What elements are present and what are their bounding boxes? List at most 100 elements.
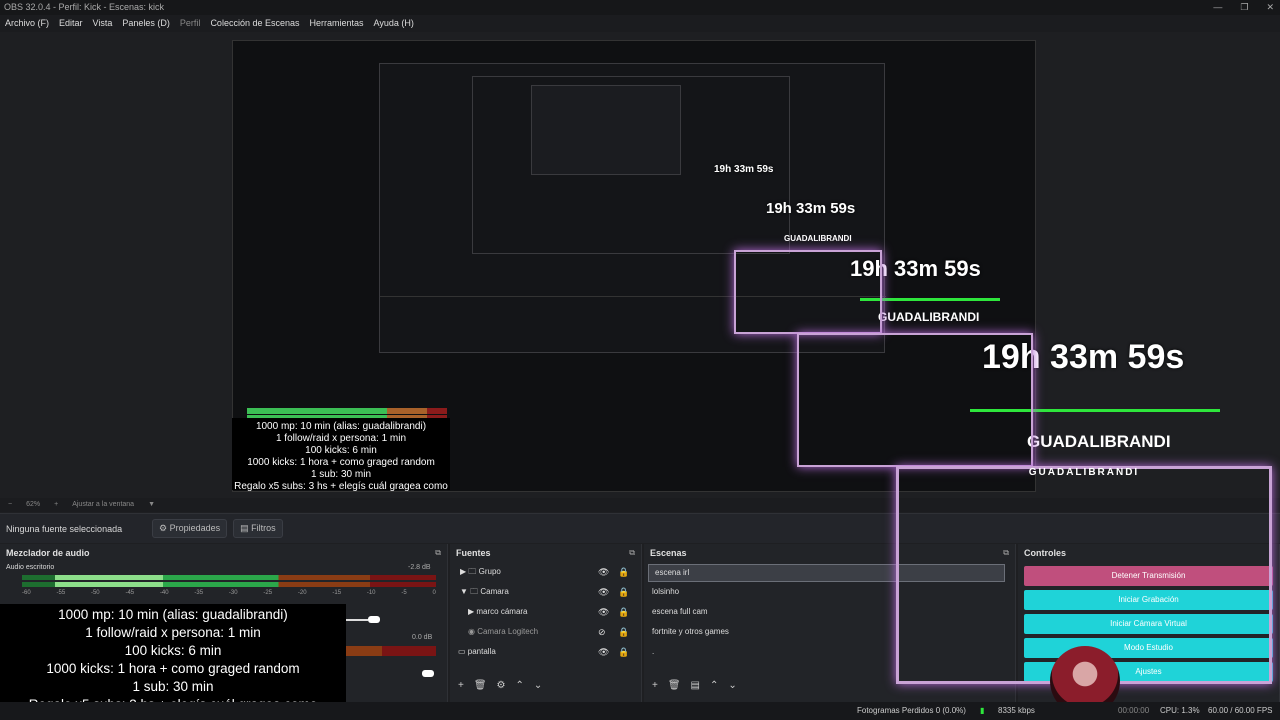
zoom-fit[interactable]: Ajustar a la ventana xyxy=(72,498,134,512)
maximize-icon[interactable]: ❐ xyxy=(1240,0,1248,15)
popout-icon[interactable]: ⧉ xyxy=(435,544,441,562)
scale-tick: -10 xyxy=(366,590,376,596)
scene-label: fortnite y otros games xyxy=(652,627,729,636)
scene-label: . xyxy=(652,647,655,656)
overlay-line: Regalo x5 subs: 3 hs + elegís cuál grage… xyxy=(234,481,448,492)
scale-tick: -25 xyxy=(263,590,273,596)
arrow-down-icon[interactable]: ⌄ xyxy=(728,680,736,691)
channel-db: 0.0 dB xyxy=(412,634,433,641)
close-icon[interactable]: ✕ xyxy=(1266,0,1274,15)
arrow-down-icon[interactable]: ⌄ xyxy=(534,680,542,691)
preview-area[interactable]: 19h 33m 59s 19h 33m 59s 19h 33m 59s 19h … xyxy=(0,32,1280,498)
filters-button[interactable]: ▤ Filtros xyxy=(233,519,283,538)
source-label: pantalla xyxy=(467,647,496,656)
source-label: Camara xyxy=(480,587,509,596)
scene-label: escena full cam xyxy=(652,607,708,616)
source-label: Grupo xyxy=(478,567,501,576)
scale-tick: -15 xyxy=(332,590,342,596)
scale-tick: -50 xyxy=(90,590,100,596)
lock-icon[interactable]: 🔒 xyxy=(618,562,629,582)
overlay-line: 1000 kicks: 1 hora + como graged random xyxy=(247,457,435,468)
scale-tick: -35 xyxy=(194,590,204,596)
scale-tick: -30 xyxy=(228,590,238,596)
add-icon[interactable]: + xyxy=(458,680,464,691)
source-label: marco cámara xyxy=(476,607,528,616)
lock-icon[interactable]: 🔒 xyxy=(618,622,629,642)
camera-frame xyxy=(734,250,882,334)
overlay-line: 100 kicks: 6 min xyxy=(124,643,222,658)
source-label: Camara Logitech xyxy=(477,627,539,636)
record-time: 00:00:00 xyxy=(1118,706,1150,715)
source-item[interactable]: ▶ marco cámara 👁 🔒 xyxy=(450,602,641,622)
signal-icon: ▮ xyxy=(980,706,985,715)
scale-tick: -5 xyxy=(401,590,407,596)
gear-icon[interactable]: ⚙ xyxy=(497,680,506,691)
eye-hidden-icon[interactable]: ⊘ xyxy=(598,622,606,642)
lock-icon[interactable]: 🔒 xyxy=(618,602,629,622)
channel-db: -2.8 dB xyxy=(408,564,431,571)
folder-icon: 🗀 xyxy=(468,567,479,576)
overlay-line: 1000 kicks: 1 hora + como graged random xyxy=(46,661,300,676)
filters-label: Filtros xyxy=(251,523,276,533)
filter-icon[interactable]: ▤ xyxy=(691,680,700,691)
minimize-icon[interactable]: — xyxy=(1213,0,1222,15)
menu-herramientas[interactable]: Herramientas xyxy=(305,15,369,32)
eye-icon[interactable]: 👁 xyxy=(598,582,609,602)
source-item[interactable]: ▼ 🗀 Camara 👁 🔒 xyxy=(450,582,641,602)
streamer-name: GUADALIBRANDI xyxy=(1027,432,1171,451)
menu-archivo[interactable]: Archivo (F) xyxy=(0,15,54,32)
camera-frame xyxy=(797,333,1033,467)
menu-vista[interactable]: Vista xyxy=(88,15,118,32)
chevron-down-icon[interactable]: ▼ xyxy=(148,498,155,512)
volume-slider-handle[interactable] xyxy=(422,670,434,677)
status-bar: Fotogramas Perdidos 0 (0.0%) ▮ 8335 kbps… xyxy=(0,702,1280,720)
properties-button[interactable]: ⚙ Propiedades xyxy=(152,519,228,538)
overlay-line: 1 follow/raid x persona: 1 min xyxy=(275,433,407,444)
overlay-line: 1000 mp: 10 min (alias: guadalibrandi) xyxy=(255,421,427,432)
arrow-up-icon[interactable]: ⌃ xyxy=(710,680,718,691)
menu-bar: Archivo (F) Editar Vista Paneles (D) Per… xyxy=(0,15,1280,32)
window-titlebar: OBS 32.0.4 - Perfil: Kick - Escenas: kic… xyxy=(0,0,1280,15)
folder-icon: 🗀 xyxy=(470,587,481,596)
eye-icon[interactable]: 👁 xyxy=(598,602,609,622)
cpu-usage: CPU: 1.3% xyxy=(1160,706,1200,715)
zoom-level: 62% xyxy=(26,501,41,508)
eye-icon[interactable]: 👁 xyxy=(598,562,609,582)
zoom-plus[interactable]: + xyxy=(54,498,58,512)
overlay-line: 100 kicks: 6 min xyxy=(305,445,377,456)
trash-icon[interactable]: 🗑 xyxy=(668,680,681,691)
arrow-up-icon[interactable]: ⌃ xyxy=(516,680,524,691)
scale-tick: -55 xyxy=(56,590,66,596)
camera-icon: ◉ xyxy=(468,627,478,636)
menu-editar[interactable]: Editar xyxy=(54,15,88,32)
properties-label: Propiedades xyxy=(169,523,221,533)
monitor-icon: ▭ xyxy=(458,647,468,656)
scale-tick: -40 xyxy=(159,590,169,596)
sources-toolbar: + 🗑 ⚙ ⌃ ⌄ xyxy=(458,680,542,691)
dropped-frames: Fotogramas Perdidos 0 (0.0%) xyxy=(857,706,966,715)
bitrate: 8335 kbps xyxy=(998,706,1035,715)
dock-title: Fuentes ⧉ xyxy=(450,544,641,562)
sources-dock: Fuentes ⧉ ▶ 🗀 Grupo 👁 🔒 ▼ 🗀 Camara 👁 🔒 ▶ marc… xyxy=(450,544,642,702)
scene-label: escena irl xyxy=(655,568,690,577)
filter-icon: ▤ xyxy=(240,523,252,533)
source-item[interactable]: ▭ pantalla 👁 🔒 xyxy=(450,642,641,662)
menu-coleccion[interactable]: Colección de Escenas xyxy=(205,15,304,32)
sources-title: Fuentes xyxy=(456,548,491,558)
add-icon[interactable]: + xyxy=(652,680,658,691)
mixer-title: Mezclador de audio xyxy=(6,548,90,558)
menu-perfil[interactable]: Perfil xyxy=(175,15,206,32)
popout-icon[interactable]: ⧉ xyxy=(629,544,635,562)
lock-icon[interactable]: 🔒 xyxy=(618,582,629,602)
eye-icon[interactable]: 👁 xyxy=(598,642,609,662)
source-item[interactable]: ◉ Camara Logitech ⊘ 🔒 xyxy=(450,622,641,642)
zoom-minus[interactable]: − xyxy=(8,498,12,512)
trash-icon[interactable]: 🗑 xyxy=(474,680,487,691)
lock-icon[interactable]: 🔒 xyxy=(618,642,629,662)
menu-paneles[interactable]: Paneles (D) xyxy=(117,15,175,32)
menu-ayuda[interactable]: Ayuda (H) xyxy=(369,15,419,32)
volume-slider-handle[interactable] xyxy=(368,616,380,623)
window-title: OBS 32.0.4 - Perfil: Kick - Escenas: kic… xyxy=(4,2,165,12)
chevron-down-icon[interactable]: ▼ xyxy=(460,587,470,596)
source-item[interactable]: ▶ 🗀 Grupo 👁 🔒 xyxy=(450,562,641,582)
